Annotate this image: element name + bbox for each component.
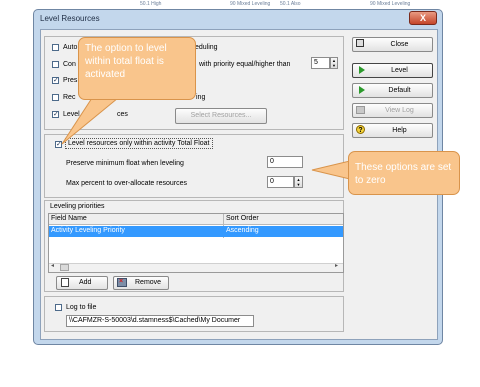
annotation-callout-right: These options are set to zero [348, 151, 460, 195]
annotation-callout-top: The option to level within total float i… [78, 37, 196, 100]
top-callout-pointer [61, 97, 120, 145]
